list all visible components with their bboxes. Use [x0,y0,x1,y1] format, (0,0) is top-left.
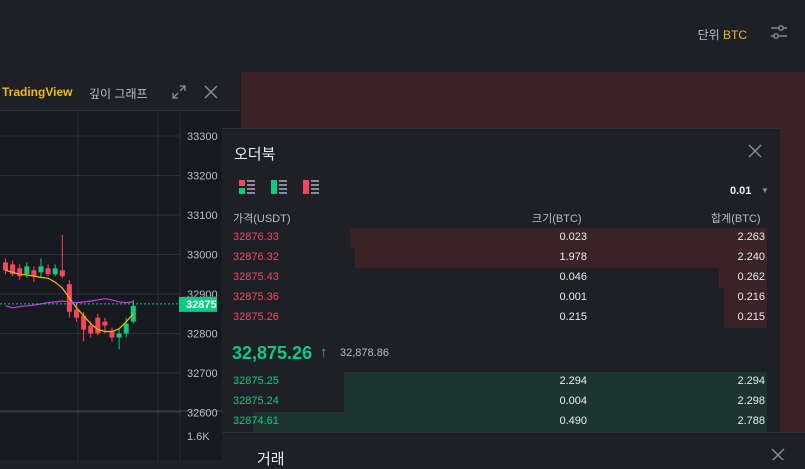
candle-body [123,323,129,334]
ask-price: 32876.33 [233,231,279,243]
orderbook-both-view-icon[interactable] [238,179,256,195]
ask-size: 0.023 [559,231,587,243]
unit-selector[interactable]: 단위 BTC [698,26,747,43]
price-axis-label: 33100 [187,210,218,222]
chevron-down-icon[interactable]: ▼ [761,186,769,195]
candle-body [45,268,51,275]
trade-title: 거래 [257,451,285,468]
close-icon[interactable] [203,84,219,100]
ask-depth-bar [349,228,767,248]
candle-body [38,266,44,273]
ask-total: 2.240 [737,251,765,263]
mark-price: 32,878.86 [340,347,389,359]
bid-row[interactable]: 32875.24 0.004 2.298 [232,392,767,412]
candle-body [52,268,58,275]
bid-total: 2.294 [737,375,765,387]
bid-depth-bar [344,392,767,412]
tab-tradingview[interactable]: TradingView [2,85,72,99]
candle-body [109,331,115,338]
price-axis-label: 33300 [187,131,218,143]
ask-size: 0.046 [559,271,587,283]
ask-row[interactable]: 32876.33 0.023 2.263 [232,228,767,248]
ask-price: 32876.32 [233,251,279,263]
ask-price: 32875.43 [233,271,279,283]
arrow-up-icon: ↑ [320,344,328,361]
price-axis-label: 32600 [187,408,218,420]
bid-size: 2.294 [559,375,587,387]
price-axis: 3330033200331003300032900328003270032600 [187,131,218,420]
ask-total: 2.263 [737,231,765,243]
bid-price: 32875.25 [233,375,279,387]
trade-panel [222,432,805,461]
ask-size: 0.001 [559,291,587,303]
bid-size: 0.004 [559,395,587,407]
unit-prefix: 단위 [697,28,720,42]
top-bar [0,0,805,72]
price-axis-label: 33200 [187,171,218,183]
orderbook-asks-view-icon[interactable] [302,179,320,195]
ask-row[interactable]: 32875.36 0.001 0.216 [232,288,767,308]
candle-body [95,317,101,334]
orderbook-bids-view-icon[interactable] [270,179,288,195]
candle-body [116,333,122,338]
bid-row[interactable]: 32875.25 2.294 2.294 [232,372,767,392]
candle-body [88,325,94,334]
ask-price: 32875.36 [233,291,279,303]
ask-price: 32875.26 [233,311,279,323]
orderbook-title: 오더북 [234,146,276,163]
last-price: 32,875.26 [232,343,313,363]
bid-total: 2.298 [737,395,765,407]
ask-total: 0.216 [737,291,765,303]
bid-price: 32874.61 [233,415,279,427]
ask-total: 0.215 [737,311,765,323]
current-price-tag-label: 32875 [186,299,217,311]
bid-depth-bar [344,372,767,392]
ask-row[interactable]: 32876.32 1.978 2.240 [232,248,767,268]
ask-size: 1.978 [559,251,587,263]
ask-total: 0.262 [737,271,765,283]
candle-body [102,321,108,326]
candle-body [3,262,8,271]
candle-body [74,309,79,318]
close-icon[interactable] [747,143,763,159]
price-axis-label: 33000 [187,250,218,262]
candle-body [59,270,65,277]
settings-sliders-icon[interactable] [769,22,789,42]
bid-size: 0.490 [559,415,587,427]
close-icon[interactable] [771,448,785,460]
volume-axis-label: 1.6K [187,431,210,443]
header-size: 크기(BTC) [532,213,582,225]
candle-body [24,266,30,275]
expand-icon[interactable] [171,84,187,100]
bid-row[interactable]: 32874.61 0.490 2.788 [232,412,767,432]
ask-row[interactable]: 32875.26 0.215 0.215 [232,308,767,328]
price-axis-label: 32800 [187,329,218,341]
bid-price: 32875.24 [233,395,279,407]
ask-size: 0.215 [559,311,587,323]
header-total: 합계(BTC) [711,213,761,225]
candle-body [130,305,136,322]
tab-depth-chart[interactable]: 깊이 그래프 [89,85,148,102]
bid-total: 2.788 [737,415,765,427]
candlestick-chart[interactable]: 3330033200331003300032900328003270032600… [0,111,240,460]
bid-depth-bar [253,412,767,432]
ask-row[interactable]: 32875.43 0.046 0.262 [232,268,767,288]
precision-select[interactable]: 0.01 [730,185,751,197]
unit-value: BTC [723,28,747,42]
candles [3,234,136,350]
header-price: 가격(USDT) [233,213,291,225]
price-axis-label: 32700 [187,368,218,380]
